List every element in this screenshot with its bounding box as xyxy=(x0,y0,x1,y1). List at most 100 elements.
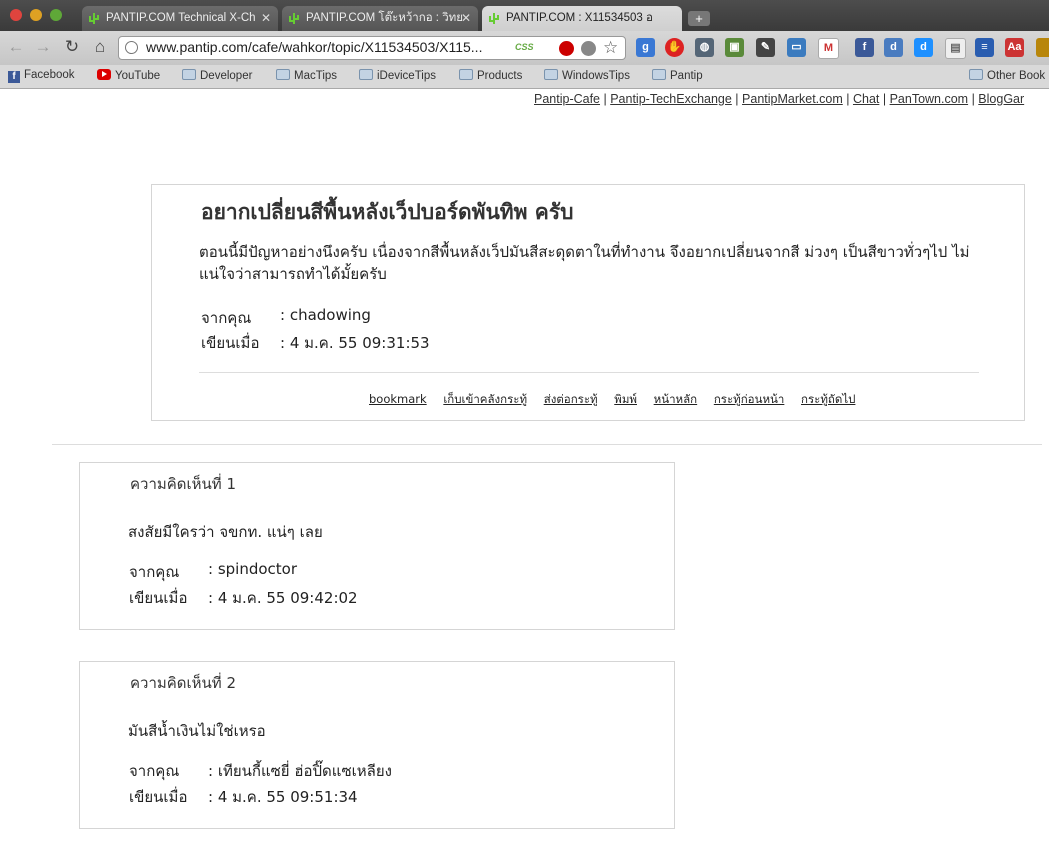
tab-title: PANTIP.COM Technical X-Ch xyxy=(106,12,256,24)
divider xyxy=(52,444,1042,445)
link-pantip-cafe[interactable]: Pantip-Cafe xyxy=(534,92,600,106)
date-value: : 4 ม.ค. 55 09:31:53 xyxy=(280,334,430,352)
link-bloggang[interactable]: BlogGar xyxy=(978,92,1024,106)
gmail-icon[interactable]: M xyxy=(818,38,839,59)
notes-icon[interactable]: ▤ xyxy=(945,38,966,59)
bookmark-label: Pantip xyxy=(670,70,703,82)
lightbulb-icon[interactable] xyxy=(581,41,596,56)
other-bookmarks[interactable]: Other Book xyxy=(969,69,1045,82)
comment-1: ความคิดเห็นที่ 1 สงสัยมีใครว่า จขกท. แน่… xyxy=(79,462,675,630)
folder-icon xyxy=(459,69,473,80)
bookmark-developer[interactable]: Developer xyxy=(182,69,252,82)
tab-title: PANTIP.COM : X11534503 อ xyxy=(506,12,653,24)
topic-actions: bookmark เก็บเข้าคลังกระทู้ ส่งต่อกระทู้… xyxy=(369,391,868,409)
facebook-notify-icon[interactable]: f xyxy=(855,38,874,57)
tab-wahkor[interactable]: PANTIP.COM โต๊ะหว้ากอ : วิทย ✕ xyxy=(282,6,478,31)
comment-body: มันสีน้ำเงินไม่ใช่เหรอ xyxy=(128,722,266,740)
author-label: จากคุณ xyxy=(201,309,252,327)
reload-icon[interactable]: ↻ xyxy=(62,37,82,57)
css-badge[interactable]: CSS xyxy=(515,42,534,52)
forward-arrow-icon[interactable]: → xyxy=(33,37,53,57)
tab-topic[interactable]: PANTIP.COM : X11534503 อ xyxy=(482,6,682,31)
youtube-icon xyxy=(97,69,111,80)
url-text: www.pantip.com/cafe/wahkor/topic/X115345… xyxy=(146,39,483,55)
author-label: จากคุณ xyxy=(129,762,180,780)
facebook-icon: f xyxy=(8,71,20,83)
globe-icon xyxy=(125,41,138,54)
evernote-icon[interactable]: ▣ xyxy=(725,38,744,57)
date-value: : 4 ม.ค. 55 09:51:34 xyxy=(208,788,358,806)
comment-2: ความคิดเห็นที่ 2 มันสีน้ำเงินไม่ใช่เหรอ … xyxy=(79,661,675,829)
bookmarks-bar: f Facebook YouTube Developer MacTips iDev… xyxy=(0,65,1049,89)
new-tab-button[interactable]: + xyxy=(688,11,710,26)
home-icon[interactable]: ⌂ xyxy=(90,37,110,57)
next-topic-link[interactable]: กระทู้ถัดไป xyxy=(801,392,855,406)
list-icon[interactable]: ≡ xyxy=(975,38,994,57)
date-label: เขียนเมื่อ xyxy=(129,788,188,806)
comment-heading: ความคิดเห็นที่ 2 xyxy=(130,674,237,692)
bookmark-label: Facebook xyxy=(24,69,75,81)
zoom-window-button[interactable] xyxy=(50,9,62,21)
folder-icon xyxy=(544,69,558,80)
back-arrow-icon[interactable]: ← xyxy=(6,37,26,57)
bookmark-label: iDeviceTips xyxy=(377,70,437,82)
date-label: เขียนเมื่อ xyxy=(201,334,260,352)
d-extension-icon[interactable]: d xyxy=(914,38,933,57)
minimize-window-button[interactable] xyxy=(30,9,42,21)
close-window-button[interactable] xyxy=(10,9,22,21)
bookmark-facebook[interactable]: f Facebook xyxy=(8,69,75,83)
print-link[interactable]: พิมพ์ xyxy=(614,392,637,406)
star-bookmark-icon[interactable]: ☆ xyxy=(603,38,618,58)
folder-icon xyxy=(969,69,983,80)
window-icon[interactable]: ▭ xyxy=(787,38,806,57)
block-extension-icon[interactable] xyxy=(559,41,574,56)
address-bar[interactable]: www.pantip.com/cafe/wahkor/topic/X115345… xyxy=(118,36,626,60)
close-tab-icon[interactable]: ✕ xyxy=(261,6,271,31)
date-value: : 4 ม.ค. 55 09:42:02 xyxy=(208,589,358,607)
forward-topic-link[interactable]: ส่งต่อกระทู้ xyxy=(544,392,598,406)
bookmark-youtube[interactable]: YouTube xyxy=(97,69,160,82)
pantip-cactus-icon xyxy=(289,13,299,24)
extension-icon[interactable]: ◍ xyxy=(695,38,714,57)
link-chat[interactable]: Chat xyxy=(853,92,879,106)
bookmark-idevicetips[interactable]: iDeviceTips xyxy=(359,69,436,82)
extension-overflow-icon[interactable] xyxy=(1036,38,1049,57)
delicious-icon[interactable]: d xyxy=(884,38,903,57)
comment-body: สงสัยมีใครว่า จขกท. แน่ๆ เลย xyxy=(128,523,323,541)
previous-topic-link[interactable]: กระทู้ก่อนหน้า xyxy=(714,392,785,406)
bookmark-link[interactable]: bookmark xyxy=(369,392,427,406)
tab-bar: PANTIP.COM Technical X-Ch ✕ PANTIP.COM โ… xyxy=(0,0,1049,31)
tool-icon[interactable]: ✎ xyxy=(756,38,775,57)
topic-title: อยากเปลี่ยนสีพื้นหลังเว็ปบอร์ดพันทิพ ครั… xyxy=(201,200,574,224)
divider xyxy=(199,372,979,373)
folder-icon xyxy=(276,69,290,80)
bookmark-pantip[interactable]: Pantip xyxy=(652,69,703,82)
other-bookmarks-label: Other Book xyxy=(987,70,1046,82)
dictionary-icon[interactable]: Aa xyxy=(1005,38,1024,57)
link-pantown[interactable]: PanTown.com xyxy=(890,92,969,106)
site-links: Pantip-Cafe | Pantip-TechExchange | Pant… xyxy=(534,92,1025,106)
home-link[interactable]: หน้าหลัก xyxy=(654,392,698,406)
topic-body: ตอนนี้มีปัญหาอย่างนึงครับ เนื่องจากสีพื้… xyxy=(199,243,970,283)
bookmark-products[interactable]: Products xyxy=(459,69,522,82)
tab-title: PANTIP.COM โต๊ะหว้ากอ : วิทย xyxy=(306,12,463,24)
folder-icon xyxy=(652,69,666,80)
adblock-icon[interactable]: ✋ xyxy=(665,38,684,57)
bookmark-label: YouTube xyxy=(115,70,161,82)
comment-heading: ความคิดเห็นที่ 1 xyxy=(130,475,237,493)
google-icon[interactable]: g xyxy=(636,38,655,57)
link-pantipmarket[interactable]: PantipMarket.com xyxy=(742,92,843,106)
author-label: จากคุณ xyxy=(129,563,180,581)
tab-technical[interactable]: PANTIP.COM Technical X-Ch ✕ xyxy=(82,6,278,31)
bookmark-label: MacTips xyxy=(294,70,338,82)
close-tab-icon[interactable]: ✕ xyxy=(461,6,471,31)
folder-icon xyxy=(182,69,196,80)
bookmark-mactips[interactable]: MacTips xyxy=(276,69,337,82)
save-to-archive-link[interactable]: เก็บเข้าคลังกระทู้ xyxy=(443,392,527,406)
pantip-cactus-icon xyxy=(89,13,99,24)
link-pantip-techexchange[interactable]: Pantip-TechExchange xyxy=(610,92,732,106)
bookmark-label: Developer xyxy=(200,70,253,82)
bookmark-windowstips[interactable]: WindowsTips xyxy=(544,69,630,82)
topic-box: อยากเปลี่ยนสีพื้นหลังเว็ปบอร์ดพันทิพ ครั… xyxy=(151,184,1025,421)
author-value: : chadowing xyxy=(280,306,371,324)
